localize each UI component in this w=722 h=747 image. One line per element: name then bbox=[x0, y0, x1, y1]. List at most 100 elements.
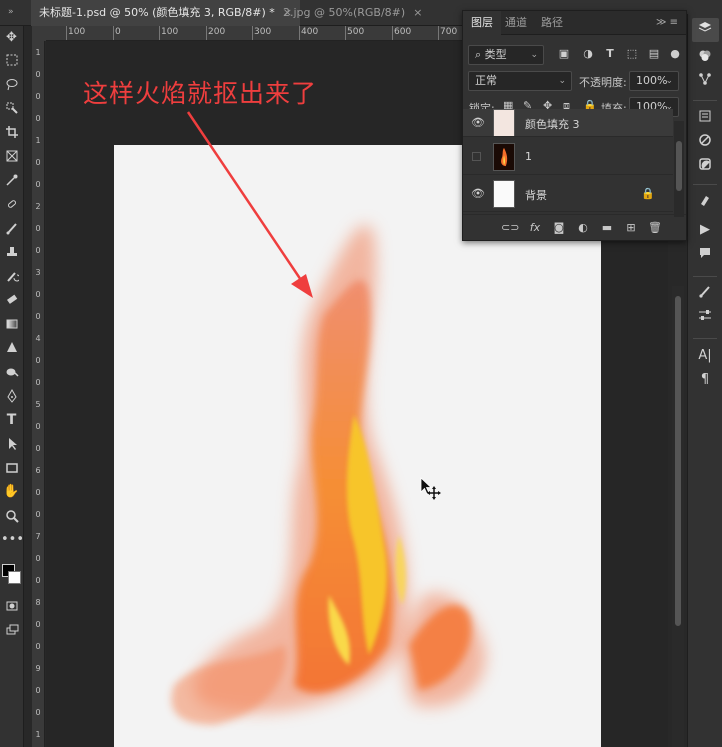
tab-document-1[interactable]: 未标题-1.psd @ 50% (颜色填充 3, RGB/8#) * × bbox=[31, 0, 301, 26]
ruler-label: 600 bbox=[394, 27, 412, 37]
filter-toggle-icon[interactable]: ● bbox=[668, 47, 682, 61]
ruler-label: 0 bbox=[35, 92, 41, 101]
swatches-icon[interactable] bbox=[695, 194, 715, 214]
libraries-icon[interactable] bbox=[695, 133, 715, 153]
new-group-icon[interactable]: ▬ bbox=[599, 220, 615, 236]
tools-panel: ✥ T ✋ ••• bbox=[0, 26, 24, 747]
layer-name[interactable]: 背景 bbox=[525, 187, 547, 203]
tab-channels[interactable]: 通道 bbox=[497, 11, 535, 35]
dodge-icon[interactable] bbox=[1, 362, 22, 382]
scrollbar-thumb[interactable] bbox=[675, 296, 681, 626]
more-icon[interactable]: ••• bbox=[1, 530, 24, 550]
blend-mode-select[interactable]: 正常 ⌄ bbox=[468, 71, 572, 91]
character-icon[interactable]: A| bbox=[695, 346, 715, 366]
adjust-icon[interactable] bbox=[695, 72, 715, 92]
ruler-label: 0 bbox=[35, 312, 41, 321]
delete-icon[interactable]: 🗑 bbox=[647, 220, 663, 236]
eye-icon[interactable]: 👁 bbox=[471, 117, 485, 129]
lasso-icon[interactable] bbox=[1, 74, 22, 94]
filter-pixel-icon[interactable]: ▣ bbox=[557, 47, 571, 61]
ruler-label: 0 bbox=[35, 356, 41, 365]
canvas-vertical-scrollbar[interactable] bbox=[672, 286, 684, 747]
ruler-corner bbox=[32, 26, 46, 41]
opacity-field[interactable]: 100% ⌄ bbox=[629, 71, 679, 91]
properties-icon[interactable] bbox=[695, 109, 715, 129]
crop-icon[interactable] bbox=[1, 122, 22, 142]
layer-row-background[interactable]: 👁 背景 🔒 bbox=[463, 176, 673, 212]
frame-icon[interactable] bbox=[1, 146, 22, 166]
brush-icon[interactable] bbox=[1, 218, 22, 238]
move-icon[interactable]: ✥ bbox=[1, 28, 22, 48]
eye-icon[interactable]: 👁 bbox=[471, 188, 485, 200]
scrollbar-thumb[interactable] bbox=[676, 141, 682, 191]
tab-document-1-label: 未标题-1.psd @ 50% (颜色填充 3, RGB/8#) * bbox=[39, 6, 275, 19]
ruler-label: 0 bbox=[35, 642, 41, 651]
quick-select-icon[interactable] bbox=[1, 98, 22, 118]
visibility-toggle[interactable] bbox=[472, 152, 481, 161]
ruler-label: 700 bbox=[440, 27, 458, 37]
paragraph-icon[interactable]: ¶ bbox=[695, 370, 715, 390]
styles-icon[interactable] bbox=[695, 157, 715, 177]
stamp-icon[interactable] bbox=[1, 242, 22, 262]
screen-mode-icon[interactable] bbox=[1, 620, 22, 640]
comment-icon[interactable] bbox=[695, 246, 715, 266]
close-icon[interactable]: × bbox=[413, 6, 422, 19]
ruler-label: 500 bbox=[347, 27, 365, 37]
tab-layers[interactable]: 图层 bbox=[463, 11, 501, 35]
color-swatches[interactable] bbox=[2, 564, 22, 586]
layer-row-fill[interactable]: 👁 颜色填充 3 bbox=[463, 109, 673, 137]
ruler-label: 400 bbox=[301, 27, 319, 37]
ruler-label: 0 bbox=[35, 576, 41, 585]
play-icon[interactable]: ▶ bbox=[695, 220, 715, 240]
layer-filter-select[interactable]: ⌕ 类型 ⌄ bbox=[468, 45, 544, 65]
layers-icon[interactable] bbox=[695, 20, 715, 40]
gradient-icon[interactable] bbox=[1, 314, 22, 334]
ruler-label: 5 bbox=[35, 400, 41, 409]
blur-icon[interactable] bbox=[1, 338, 22, 358]
panel-menu-icon[interactable]: ≫ ≡ bbox=[656, 17, 678, 28]
filter-smart-object-icon[interactable]: ▤ bbox=[647, 47, 661, 61]
chevron-down-icon: ⌄ bbox=[665, 76, 673, 86]
filter-type-icon[interactable]: T bbox=[603, 47, 617, 61]
path-select-icon[interactable] bbox=[1, 434, 22, 454]
tab-paths[interactable]: 路径 bbox=[533, 11, 571, 35]
healing-icon[interactable] bbox=[1, 194, 22, 214]
eraser-icon[interactable] bbox=[1, 290, 22, 310]
fx-icon[interactable]: fx bbox=[527, 220, 543, 236]
filter-shape-icon[interactable]: ⬚ bbox=[625, 47, 639, 61]
ruler-label: 0 bbox=[35, 444, 41, 453]
quick-mask-icon[interactable] bbox=[1, 596, 22, 616]
new-layer-icon[interactable]: ⊞ bbox=[623, 220, 639, 236]
background-color[interactable] bbox=[8, 571, 21, 584]
ruler-label: 9 bbox=[35, 664, 41, 673]
blend-mode-value: 正常 bbox=[475, 74, 497, 87]
layer-name[interactable]: 颜色填充 3 bbox=[525, 116, 580, 132]
layer-name[interactable]: 1 bbox=[525, 150, 532, 163]
vertical-ruler: 1 0 0 0 1 0 0 2 0 0 3 0 0 4 0 0 5 0 0 6 0 0 7 0 0 8 0 0 9 0 0 1 bbox=[32, 41, 45, 747]
history-brush-icon[interactable] bbox=[1, 266, 22, 286]
rectangle-icon[interactable] bbox=[1, 458, 22, 478]
ruler-label: 6 bbox=[35, 466, 41, 475]
ruler-label: 1 bbox=[35, 730, 41, 739]
zoom-icon[interactable] bbox=[1, 506, 22, 526]
ruler-label: 0 bbox=[35, 70, 41, 79]
type-icon[interactable]: T bbox=[1, 410, 22, 430]
brushes-icon[interactable] bbox=[695, 284, 715, 304]
lock-icon: 🔒 bbox=[641, 187, 655, 200]
link-layers-icon[interactable]: ⊂⊃ bbox=[501, 220, 519, 236]
tab-expand-icon[interactable]: » bbox=[8, 7, 18, 17]
hand-icon[interactable]: ✋ bbox=[1, 482, 22, 502]
ruler-label: 0 bbox=[35, 620, 41, 629]
adjustment-layer-icon[interactable]: ◐ bbox=[575, 220, 591, 236]
sliders-icon[interactable] bbox=[695, 308, 715, 328]
add-mask-icon[interactable]: ◙ bbox=[551, 220, 567, 236]
layers-scrollbar[interactable] bbox=[674, 121, 684, 217]
pen-icon[interactable] bbox=[1, 386, 22, 406]
color-icon[interactable] bbox=[695, 48, 715, 68]
filter-adjustment-icon[interactable]: ◑ bbox=[581, 47, 595, 61]
eyedropper-icon[interactable] bbox=[1, 170, 22, 190]
layer-row-flame[interactable]: 1 bbox=[463, 139, 673, 175]
ruler-label: 0 bbox=[35, 422, 41, 431]
tab-document-2[interactable]: 2.jpg @ 50%(RGB/8#) × bbox=[275, 0, 430, 26]
marquee-icon[interactable] bbox=[1, 50, 22, 70]
